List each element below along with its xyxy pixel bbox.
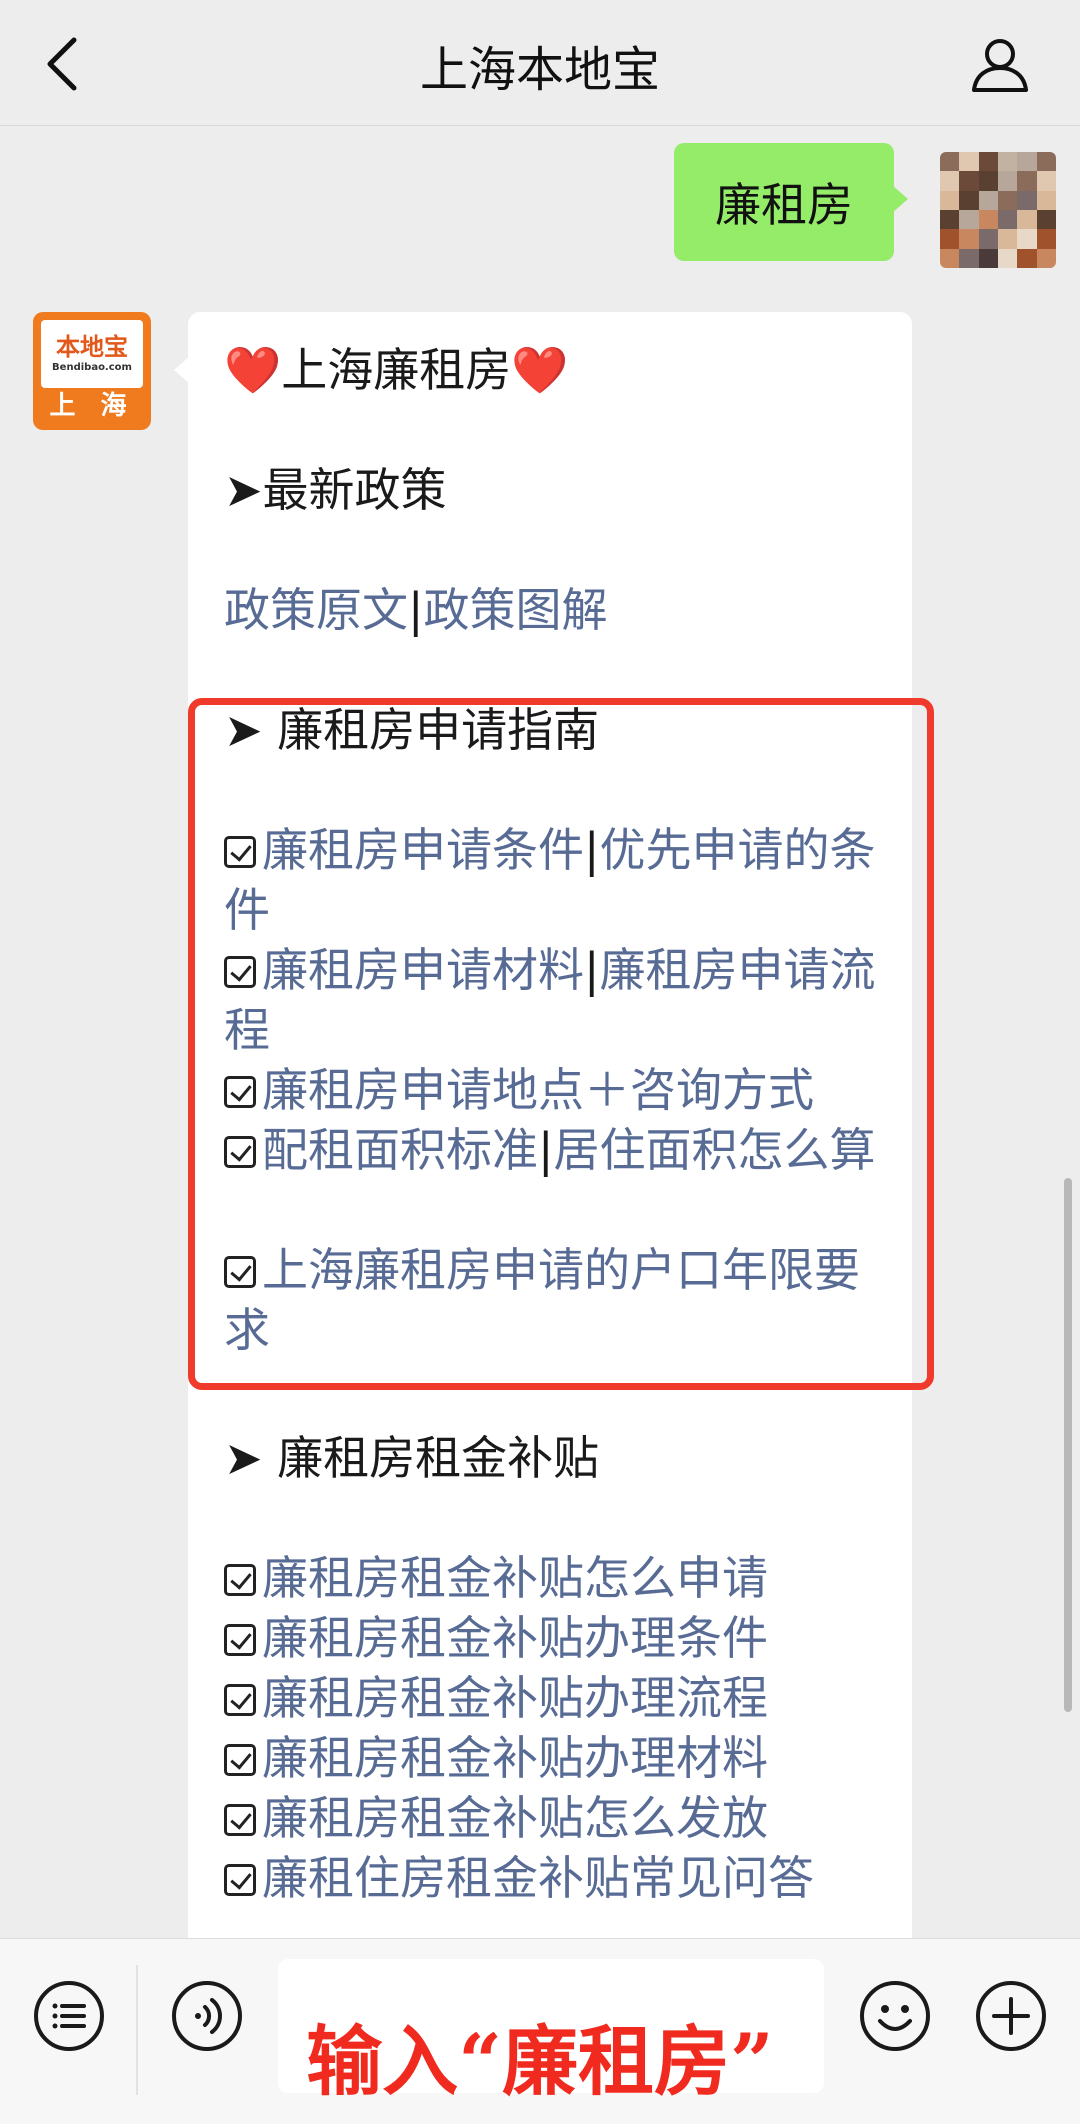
outgoing-message-bubble[interactable]: 廉租房 [674, 143, 908, 261]
list-item: 廉租房租金补贴办理条件 [224, 1608, 884, 1668]
checkbox-icon [224, 1624, 256, 1656]
user-avatar[interactable] [940, 152, 1056, 268]
list-item: 廉租房租金补贴办理流程 [224, 1668, 884, 1728]
scrollbar[interactable] [1064, 1178, 1072, 1712]
message-title: ❤️上海廉租房❤️ [224, 340, 884, 400]
emoji-icon[interactable] [858, 1979, 932, 2053]
section-heading: ➤ 廉租房租金补贴 [224, 1431, 600, 1485]
logo-city: 上 海 [49, 391, 135, 421]
link-item[interactable]: 廉租房租金补贴怎么申请 [262, 1551, 768, 1605]
heart-icon: ❤️ [511, 343, 569, 397]
plus-icon[interactable] [974, 1979, 1048, 2053]
nav-bar: 上海本地宝 [0, 0, 1080, 126]
profile-icon[interactable] [970, 34, 1030, 94]
list-item: 廉租住房租金补贴常见问答 [224, 1848, 884, 1908]
bot-avatar[interactable]: 本地宝 Bendibao.com 上 海 [33, 312, 151, 430]
link-item[interactable]: 廉租房租金补贴怎么发放 [262, 1791, 768, 1845]
link-item[interactable]: 廉租房租金补贴办理材料 [262, 1731, 768, 1785]
logo-url: Bendibao.com [52, 362, 132, 373]
link-policy-graphic[interactable]: 政策图解 [424, 583, 608, 637]
checkbox-icon [224, 1804, 256, 1836]
logo-name: 本地宝 [56, 333, 128, 361]
annotation-text: 输入“廉租房” [306, 2017, 774, 2106]
link-item[interactable]: 廉租房租金补贴办理流程 [262, 1671, 768, 1725]
checkbox-icon [224, 1864, 256, 1896]
section-heading: ➤最新政策 [224, 463, 447, 517]
policy-links: 政策原文|政策图解 [224, 583, 608, 637]
heart-icon: ❤️ [224, 343, 282, 397]
checkbox-icon [224, 1744, 256, 1776]
message-title-text: 上海廉租房 [281, 343, 512, 397]
bot-logo: 本地宝 Bendibao.com [41, 320, 143, 388]
list-item: 廉租房租金补贴怎么发放 [224, 1788, 884, 1848]
list-item: 廉租房租金补贴办理材料 [224, 1728, 884, 1788]
menu-list-icon[interactable] [32, 1979, 106, 2053]
list-item: 廉租房租金补贴怎么申请 [224, 1548, 884, 1608]
checkbox-icon [224, 1564, 256, 1596]
link-item[interactable]: 廉租住房租金补贴常见问答 [262, 1851, 814, 1905]
highlight-box [188, 698, 934, 1390]
link-policy-text[interactable]: 政策原文 [224, 583, 408, 637]
divider [136, 1965, 138, 2095]
checkbox-icon [224, 1684, 256, 1716]
outgoing-message-text: 廉租房 [715, 178, 853, 232]
link-item[interactable]: 廉租房租金补贴办理条件 [262, 1611, 768, 1665]
page-title: 上海本地宝 [419, 42, 660, 98]
